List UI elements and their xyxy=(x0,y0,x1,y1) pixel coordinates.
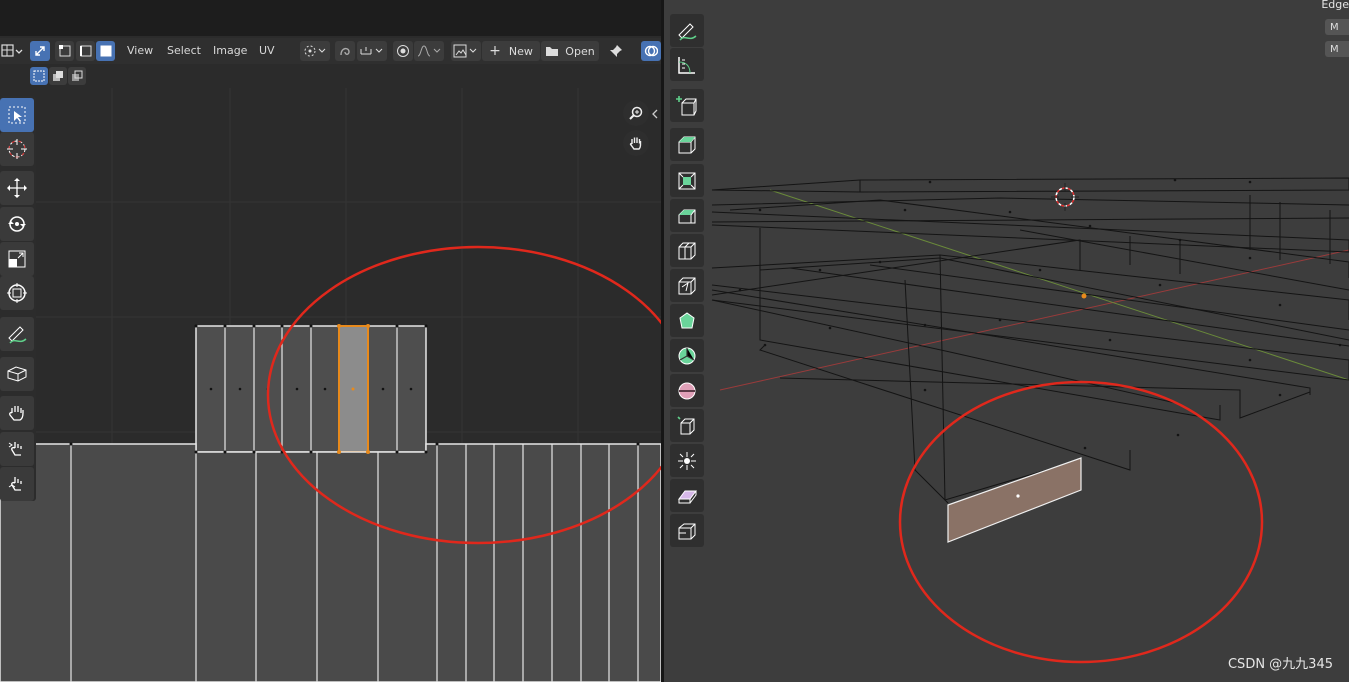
3d-viewport[interactable]: Edge M M xyxy=(664,0,1349,682)
sync-selection-toggle-icon[interactable] xyxy=(30,41,50,61)
pin-icon[interactable] xyxy=(606,41,626,61)
open-image-label: Open xyxy=(565,44,595,58)
tool-scale-icon[interactable] xyxy=(0,242,34,276)
vp-tool-knife-icon[interactable] xyxy=(670,269,704,302)
vp-tool-inset-icon[interactable] xyxy=(670,164,704,197)
vp-tool-extrude-icon[interactable] xyxy=(670,128,704,161)
vp-tool-spin-icon[interactable] xyxy=(670,339,704,372)
plus-icon: + xyxy=(489,43,501,59)
face-select-mode-icon[interactable] xyxy=(96,41,115,61)
pan-hand-icon[interactable] xyxy=(623,130,649,156)
menu-view[interactable]: View xyxy=(127,43,153,59)
overlays-toggle-icon[interactable] xyxy=(641,41,661,61)
tool-pinch-icon[interactable] xyxy=(0,467,34,501)
menu-image[interactable]: Image xyxy=(213,43,247,59)
sidebar-toggle-chevron-icon[interactable] xyxy=(650,104,660,124)
tool-annotate-icon[interactable] xyxy=(0,317,34,351)
viewport-overlay-button-1[interactable]: M xyxy=(1325,19,1349,35)
vp-tool-smooth-icon[interactable] xyxy=(670,374,704,407)
open-image-button[interactable]: Open xyxy=(541,41,599,61)
uv-editor: View Select Image UV + New Open xyxy=(0,0,661,682)
pivot-point-icon[interactable] xyxy=(300,41,330,61)
vp-tool-edge-slide-icon[interactable] xyxy=(670,409,704,442)
mode-set-icon[interactable] xyxy=(30,67,48,85)
zoom-icon[interactable] xyxy=(623,100,649,126)
vp-tool-measure-icon[interactable] xyxy=(670,48,704,81)
csdn-watermark: CSDN @九九345 xyxy=(1227,657,1333,672)
tool-transform-icon[interactable] xyxy=(0,276,34,310)
tool-relax-icon[interactable] xyxy=(0,432,34,466)
image-browse-icon[interactable] xyxy=(451,41,481,61)
uv-canvas[interactable] xyxy=(0,88,661,682)
tool-cursor-icon[interactable] xyxy=(0,132,34,166)
uv-subbar xyxy=(0,64,661,88)
vp-tool-poly-build-icon[interactable] xyxy=(670,304,704,337)
tool-grab-icon[interactable] xyxy=(0,396,34,430)
vp-tool-bevel-icon[interactable] xyxy=(670,199,704,232)
vertex-select-mode-icon[interactable] xyxy=(55,41,74,61)
vp-tool-rip-icon[interactable] xyxy=(670,514,704,547)
tool-move-icon[interactable] xyxy=(0,171,34,205)
uv-header-background xyxy=(0,0,661,36)
tool-select-box-icon[interactable] xyxy=(0,98,34,132)
vp-tool-annotate-icon[interactable] xyxy=(670,14,704,47)
editor-type-icon[interactable] xyxy=(0,41,24,61)
vp-tool-add-cube-icon[interactable] xyxy=(670,89,704,122)
tool-rip-region-icon[interactable] xyxy=(0,357,34,391)
mode-extend-icon[interactable] xyxy=(49,67,67,85)
new-image-label: New xyxy=(508,44,533,58)
viewport-scene[interactable] xyxy=(664,0,1349,682)
new-image-button[interactable]: + New xyxy=(482,41,540,61)
tool-rotate-icon[interactable] xyxy=(0,207,34,241)
viewport-overlay-button-2[interactable]: M xyxy=(1325,41,1349,57)
sticky-selection-icon[interactable] xyxy=(335,41,355,61)
mode-subtract-icon[interactable] xyxy=(68,67,86,85)
edge-select-mode-icon[interactable] xyxy=(76,41,95,61)
falloff-curve-icon[interactable] xyxy=(414,41,444,61)
uv-grid-and-mesh[interactable] xyxy=(0,88,661,682)
vp-tool-shear-icon[interactable] xyxy=(670,479,704,512)
proportional-editing-icon[interactable] xyxy=(393,41,413,61)
menu-select[interactable]: Select xyxy=(167,43,201,59)
vp-tool-shrink-fatten-icon[interactable] xyxy=(670,444,704,477)
menu-uv[interactable]: UV xyxy=(259,43,275,59)
snap-icon[interactable] xyxy=(357,41,387,61)
folder-icon xyxy=(546,47,559,56)
vp-tool-loop-cut-icon[interactable] xyxy=(670,234,704,267)
viewport-edge-label: Edge xyxy=(1321,0,1349,11)
